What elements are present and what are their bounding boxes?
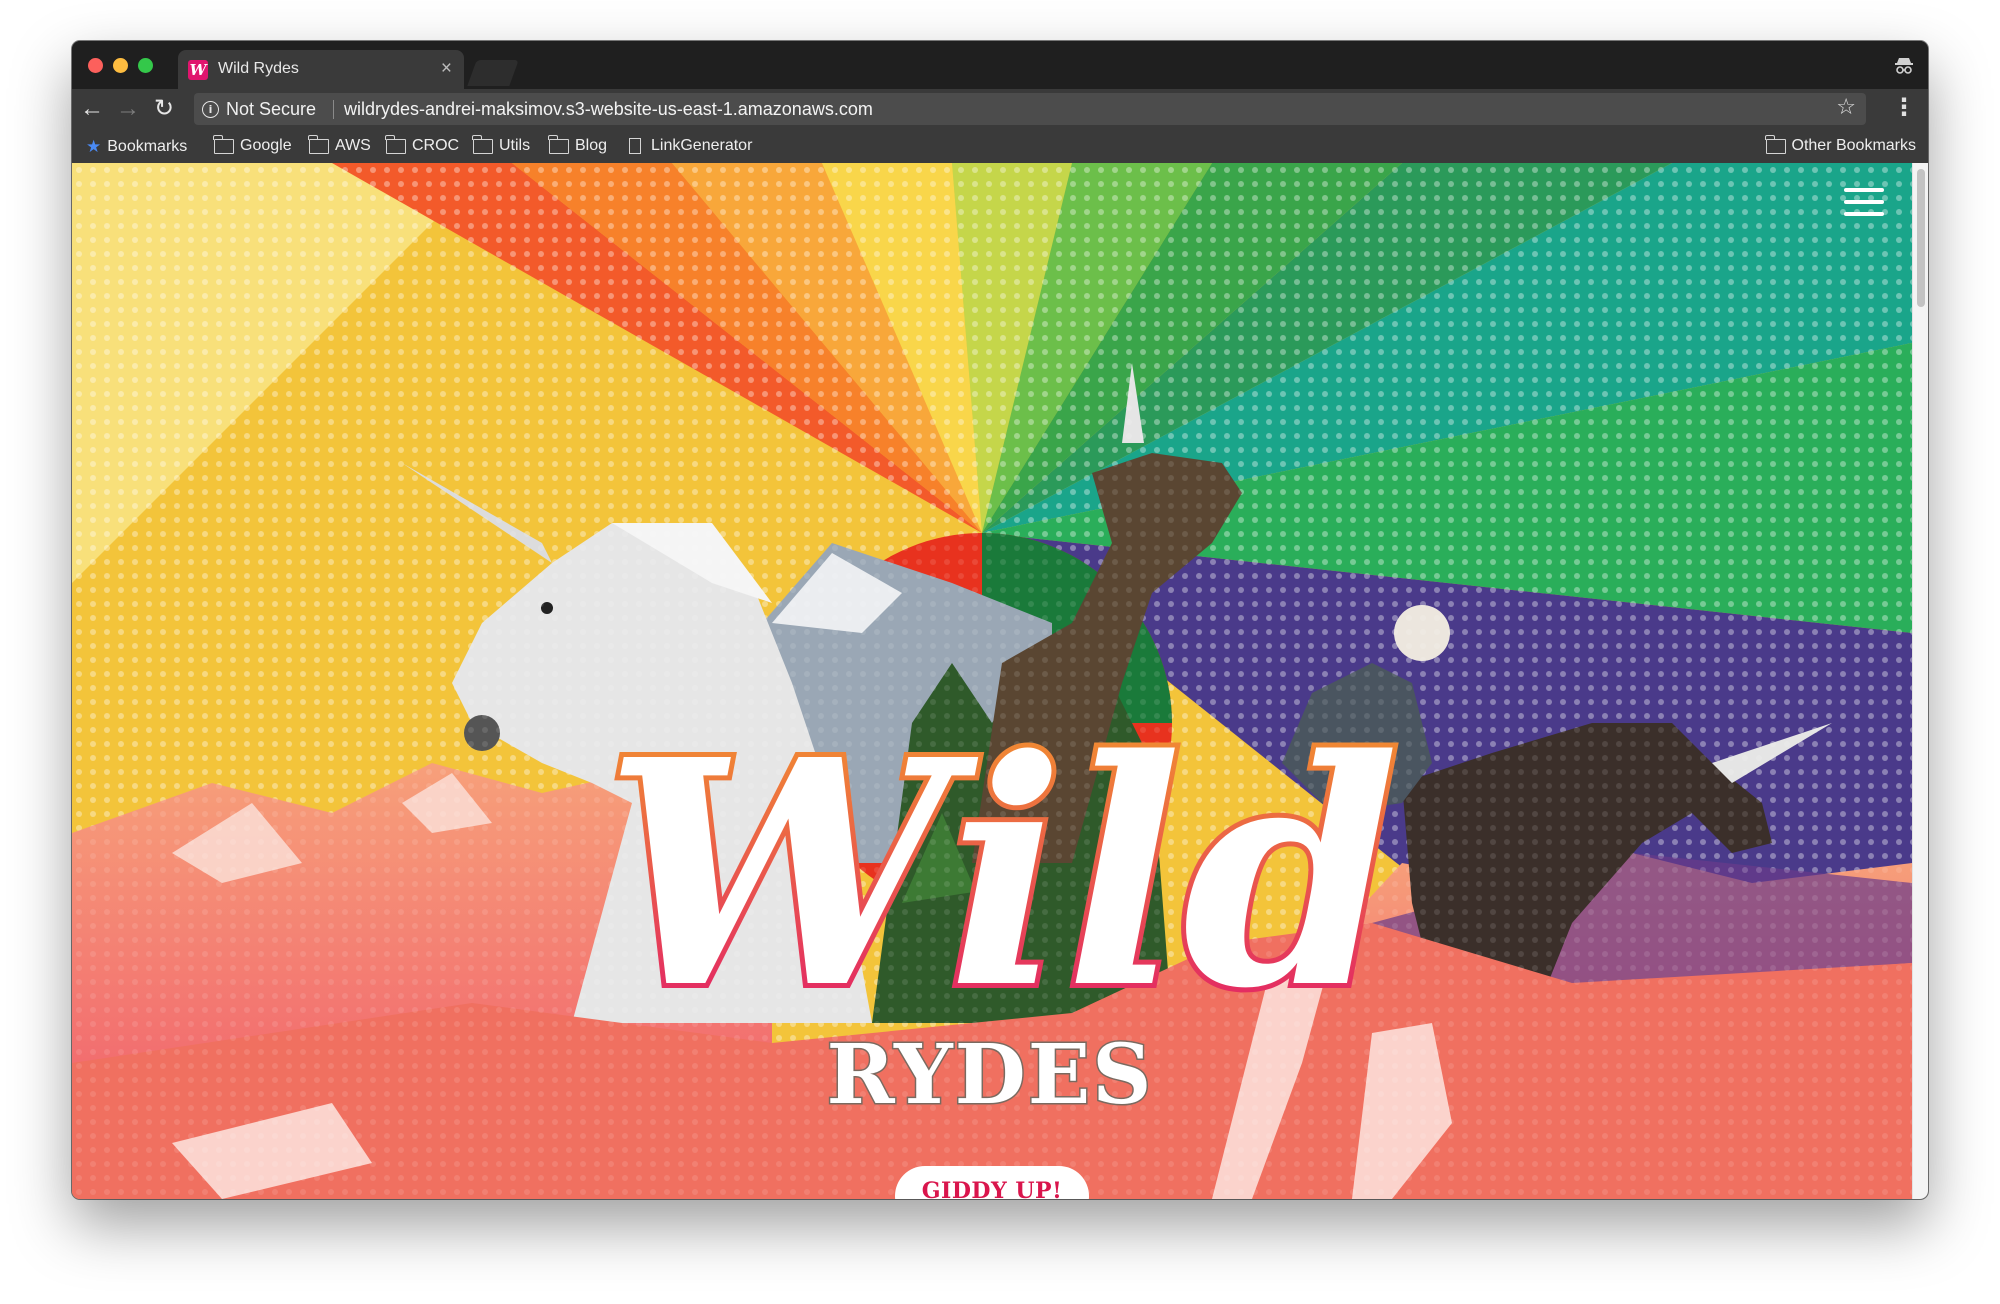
hamburger-menu-icon[interactable] (1844, 188, 1884, 218)
favicon-icon: W (188, 60, 208, 80)
browser-window: W Wild Rydes × ← → ↻ i Not Secure wildry… (72, 41, 1928, 1199)
title-bar: W Wild Rydes × (72, 41, 1928, 89)
close-window-button[interactable] (88, 58, 103, 73)
folder-icon (308, 134, 329, 154)
bookmark-label: Utils (499, 137, 531, 154)
info-icon[interactable]: i (202, 101, 219, 118)
forward-arrow-icon[interactable]: → (113, 94, 143, 124)
scrollbar[interactable] (1912, 163, 1928, 1199)
logo-rydes-text: RYDES (827, 1027, 1154, 1123)
bookmark-utils[interactable]: Utils (472, 134, 531, 155)
folder-icon (548, 134, 569, 154)
giddy-up-button[interactable]: GIDDY UP! (895, 1166, 1089, 1199)
bookmark-label: Blog (575, 137, 608, 154)
page-viewport: Wild RYDES GIDDY UP! (72, 163, 1912, 1199)
bookmark-label: LinkGenerator (651, 137, 753, 154)
bookmark-label: Bookmarks (107, 138, 188, 155)
incognito-icon (1894, 55, 1914, 80)
hero-illustration: Wild RYDES (72, 163, 1912, 1199)
browser-menu-icon[interactable]: ⋮ (1892, 93, 1916, 122)
bookmark-star-icon: ★ (86, 137, 102, 156)
bookmark-aws[interactable]: AWS (308, 134, 371, 155)
bookmark-other[interactable]: Other Bookmarks (1764, 134, 1916, 155)
back-arrow-icon[interactable]: ← (77, 94, 107, 124)
bookmark-croc[interactable]: CROC (385, 134, 460, 155)
reload-icon[interactable]: ↻ (149, 94, 179, 124)
url-text[interactable]: wildrydes-andrei-maksimov.s3-website-us-… (344, 99, 873, 120)
bookmark-label: CROC (412, 137, 460, 154)
tab-close-icon[interactable]: × (441, 58, 452, 80)
bookmark-blog[interactable]: Blog (548, 134, 608, 155)
bookmark-linkgenerator[interactable]: LinkGenerator (625, 137, 752, 155)
tab-title: Wild Rydes (218, 60, 299, 77)
bookmark-label: AWS (335, 137, 371, 154)
address-separator (333, 100, 334, 119)
browser-toolbar: ← → ↻ i Not Secure wildrydes-andrei-maks… (72, 89, 1928, 129)
page-icon (629, 138, 641, 154)
bookmark-star-icon[interactable]: ☆ (1836, 94, 1856, 120)
folder-icon (213, 134, 234, 154)
tab-wild-rydes[interactable]: W Wild Rydes × (178, 50, 464, 89)
bookmark-label: Google (240, 137, 292, 154)
folder-icon (472, 134, 493, 154)
bookmarks-bar: ★ Bookmarks Google AWS CROC Utils Blog L… (72, 129, 1928, 163)
logo-wild-text: Wild (605, 693, 1400, 1057)
folder-icon (385, 134, 406, 154)
new-tab-button[interactable] (467, 60, 519, 86)
address-bar[interactable]: i Not Secure wildrydes-andrei-maksimov.s… (194, 93, 1866, 125)
zoom-window-button[interactable] (138, 58, 153, 73)
bookmark-google[interactable]: Google (213, 134, 292, 155)
bookmark-bookmarks[interactable]: ★ Bookmarks (86, 137, 187, 157)
security-status[interactable]: Not Secure (226, 99, 316, 120)
folder-icon (1764, 134, 1786, 154)
bookmark-label: Other Bookmarks (1791, 137, 1916, 154)
minimize-window-button[interactable] (113, 58, 128, 73)
scrollbar-thumb[interactable] (1917, 169, 1925, 307)
